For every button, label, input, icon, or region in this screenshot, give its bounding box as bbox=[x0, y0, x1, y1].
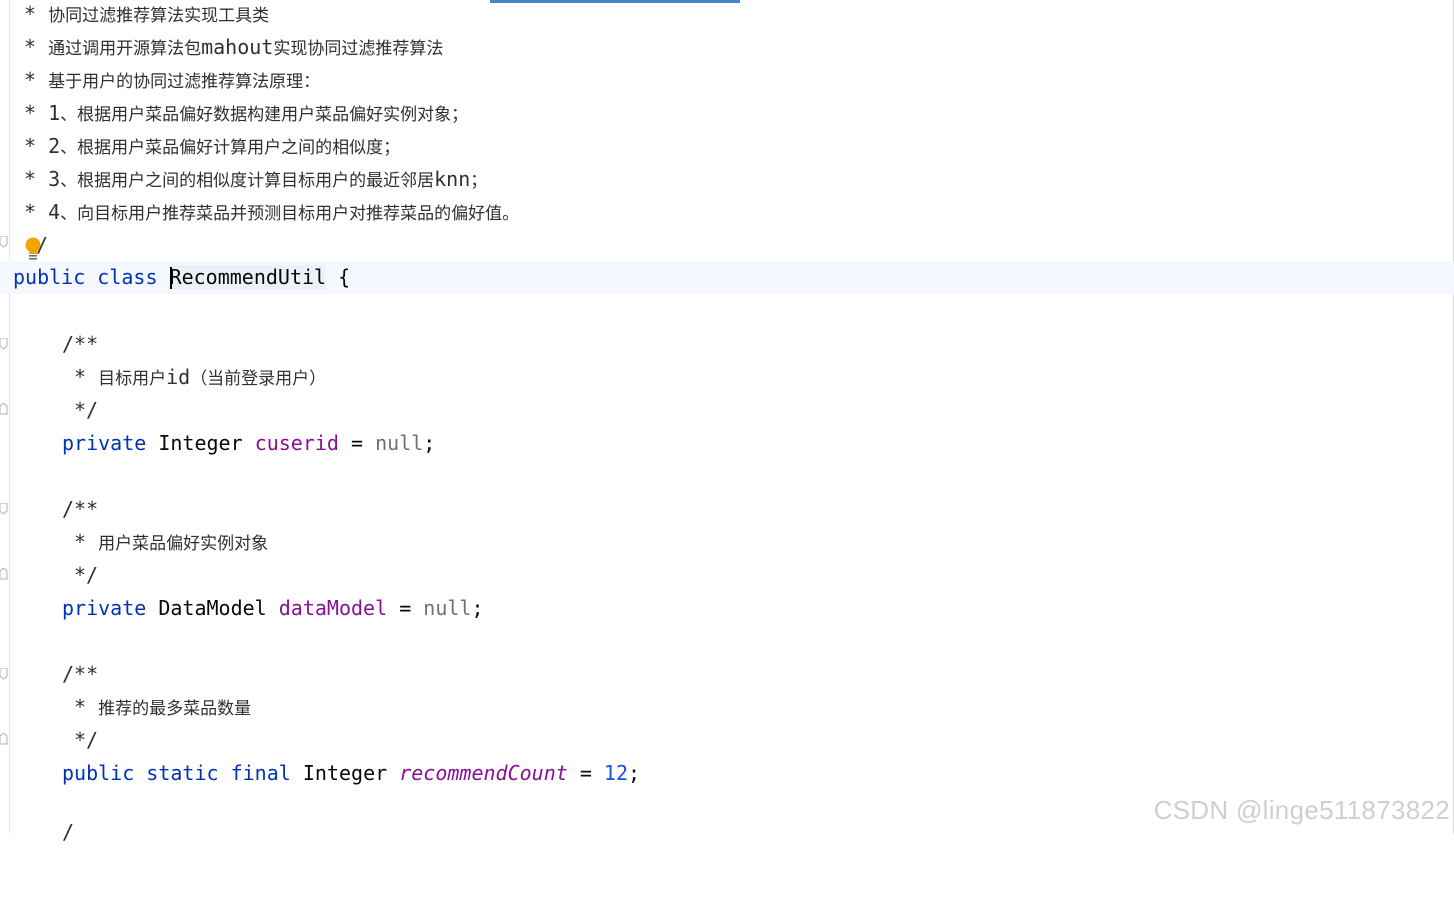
code-line[interactable]: * 用户菜品偏好实例对象 bbox=[0, 526, 1454, 559]
comment-text: 基于用户的协同过滤推荐算法原理： bbox=[48, 72, 321, 92]
keyword-private: private bbox=[62, 431, 147, 455]
comment-star: * bbox=[24, 101, 37, 125]
code-line[interactable]: * 协同过滤推荐算法实现工具类 bbox=[0, 0, 1454, 31]
comment-text: （当前登录用户） bbox=[190, 369, 327, 389]
comment-text: 通过调用开源算法包 bbox=[48, 39, 202, 59]
semicolon: ; bbox=[423, 431, 436, 455]
comment-text: 推荐的最多菜品数量 bbox=[98, 699, 252, 719]
code-line[interactable]: /** bbox=[0, 328, 1454, 361]
comment-star: * bbox=[24, 134, 37, 158]
code-editor[interactable]: * 协同过滤推荐算法实现工具类 * 通过调用开源算法包mahout实现协同过滤推… bbox=[0, 0, 1454, 844]
comment-star: * bbox=[24, 200, 37, 224]
comment-star: * bbox=[24, 68, 37, 92]
open-brace: { bbox=[338, 265, 351, 289]
code-line[interactable]: public static final Integer recommendCou… bbox=[0, 757, 1454, 790]
code-line[interactable]: * 推荐的最多菜品数量 bbox=[0, 691, 1454, 724]
code-line[interactable]: * 目标用户id（当前登录用户） bbox=[0, 361, 1454, 394]
comment-text: ； bbox=[470, 171, 488, 191]
comment-star: * bbox=[24, 35, 37, 59]
number-literal: 12 bbox=[603, 761, 629, 785]
type-name: DataModel bbox=[158, 596, 267, 620]
doc-comment-close: */ bbox=[74, 728, 99, 752]
code-line[interactable]: * 2、根据用户菜品偏好计算用户之间的相似度； bbox=[0, 130, 1454, 163]
field-name: recommendCount bbox=[399, 761, 568, 785]
class-name: RecommendUtil bbox=[169, 265, 327, 289]
comment-text: 、向目标用户推荐菜品并预测目标用户对推荐菜品的偏好值。 bbox=[60, 204, 520, 224]
code-line-current[interactable]: public class RecommendUtil { bbox=[0, 261, 1454, 294]
comment-star: * bbox=[74, 695, 87, 719]
comment-star: * bbox=[24, 2, 37, 26]
comment-text: id bbox=[166, 365, 191, 389]
keyword-static: static bbox=[146, 761, 219, 785]
keyword-private: private bbox=[62, 596, 147, 620]
comment-text: 协同过滤推荐算法实现工具类 bbox=[48, 6, 270, 26]
assign-operator: = bbox=[579, 761, 592, 785]
code-line[interactable]: /** bbox=[0, 658, 1454, 691]
doc-comment-open: /** bbox=[62, 497, 99, 521]
code-line[interactable]: * 4、向目标用户推荐菜品并预测目标用户对推荐菜品的偏好值。 bbox=[0, 196, 1454, 229]
code-line[interactable]: */ bbox=[0, 724, 1454, 757]
code-line[interactable]: * 1、根据用户菜品偏好数据构建用户菜品偏好实例对象； bbox=[0, 97, 1454, 130]
keyword-public: public bbox=[62, 761, 135, 785]
keyword-class: class bbox=[97, 265, 158, 289]
comment-star: * bbox=[74, 365, 87, 389]
doc-comment-open: / bbox=[62, 820, 75, 844]
comment-text: 、根据用户之间的相似度计算目标用户的最近邻居 bbox=[60, 171, 435, 191]
comment-number: 3 bbox=[48, 167, 61, 191]
comment-number: 2 bbox=[48, 134, 61, 158]
code-line[interactable]: * 通过调用开源算法包mahout实现协同过滤推荐算法 bbox=[0, 31, 1454, 64]
comment-text: 、根据用户菜品偏好计算用户之间的相似度； bbox=[60, 138, 401, 158]
type-name: Integer bbox=[158, 431, 243, 455]
semicolon: ; bbox=[628, 761, 641, 785]
comment-text: 、根据用户菜品偏好数据构建用户菜品偏好实例对象； bbox=[60, 105, 469, 125]
field-name: cuserid bbox=[254, 431, 339, 455]
code-line[interactable]: private DataModel dataModel = null; bbox=[0, 592, 1454, 625]
code-line[interactable]: */ bbox=[0, 559, 1454, 592]
assign-operator: = bbox=[351, 431, 364, 455]
text-caret bbox=[169, 266, 172, 289]
comment-star: * bbox=[24, 167, 37, 191]
keyword-null: null bbox=[423, 596, 472, 620]
comment-number: 1 bbox=[48, 101, 61, 125]
watermark: CSDN @linge511873822 bbox=[1153, 795, 1450, 825]
code-line[interactable]: private Integer cuserid = null; bbox=[0, 427, 1454, 460]
comment-text: 实现协同过滤推荐算法 bbox=[273, 39, 444, 59]
code-line[interactable]: * 基于用户的协同过滤推荐算法原理： bbox=[0, 64, 1454, 97]
keyword-null: null bbox=[375, 431, 424, 455]
comment-star: * bbox=[74, 530, 87, 554]
code-line[interactable]: */ bbox=[0, 394, 1454, 427]
comment-text: mahout bbox=[201, 35, 274, 59]
code-line[interactable]: /** bbox=[0, 493, 1454, 526]
field-name: dataModel bbox=[278, 596, 388, 620]
comment-number: 4 bbox=[48, 200, 61, 224]
code-line[interactable]: * 3、根据用户之间的相似度计算目标用户的最近邻居knn； bbox=[0, 163, 1454, 196]
doc-comment-close: */ bbox=[74, 398, 99, 422]
keyword-public: public bbox=[13, 265, 86, 289]
type-name: Integer bbox=[302, 761, 388, 785]
doc-comment-open: /** bbox=[62, 332, 99, 356]
intention-bulb-icon[interactable] bbox=[24, 236, 48, 262]
code-line[interactable]: / bbox=[0, 229, 1454, 262]
doc-comment-open: /** bbox=[62, 662, 99, 686]
comment-text: 目标用户 bbox=[98, 369, 167, 389]
comment-text: 用户菜品偏好实例对象 bbox=[98, 534, 269, 554]
assign-operator: = bbox=[399, 596, 412, 620]
semicolon: ; bbox=[471, 596, 484, 620]
keyword-final: final bbox=[230, 761, 291, 785]
comment-text: knn bbox=[434, 167, 471, 191]
doc-comment-close: */ bbox=[74, 563, 99, 587]
